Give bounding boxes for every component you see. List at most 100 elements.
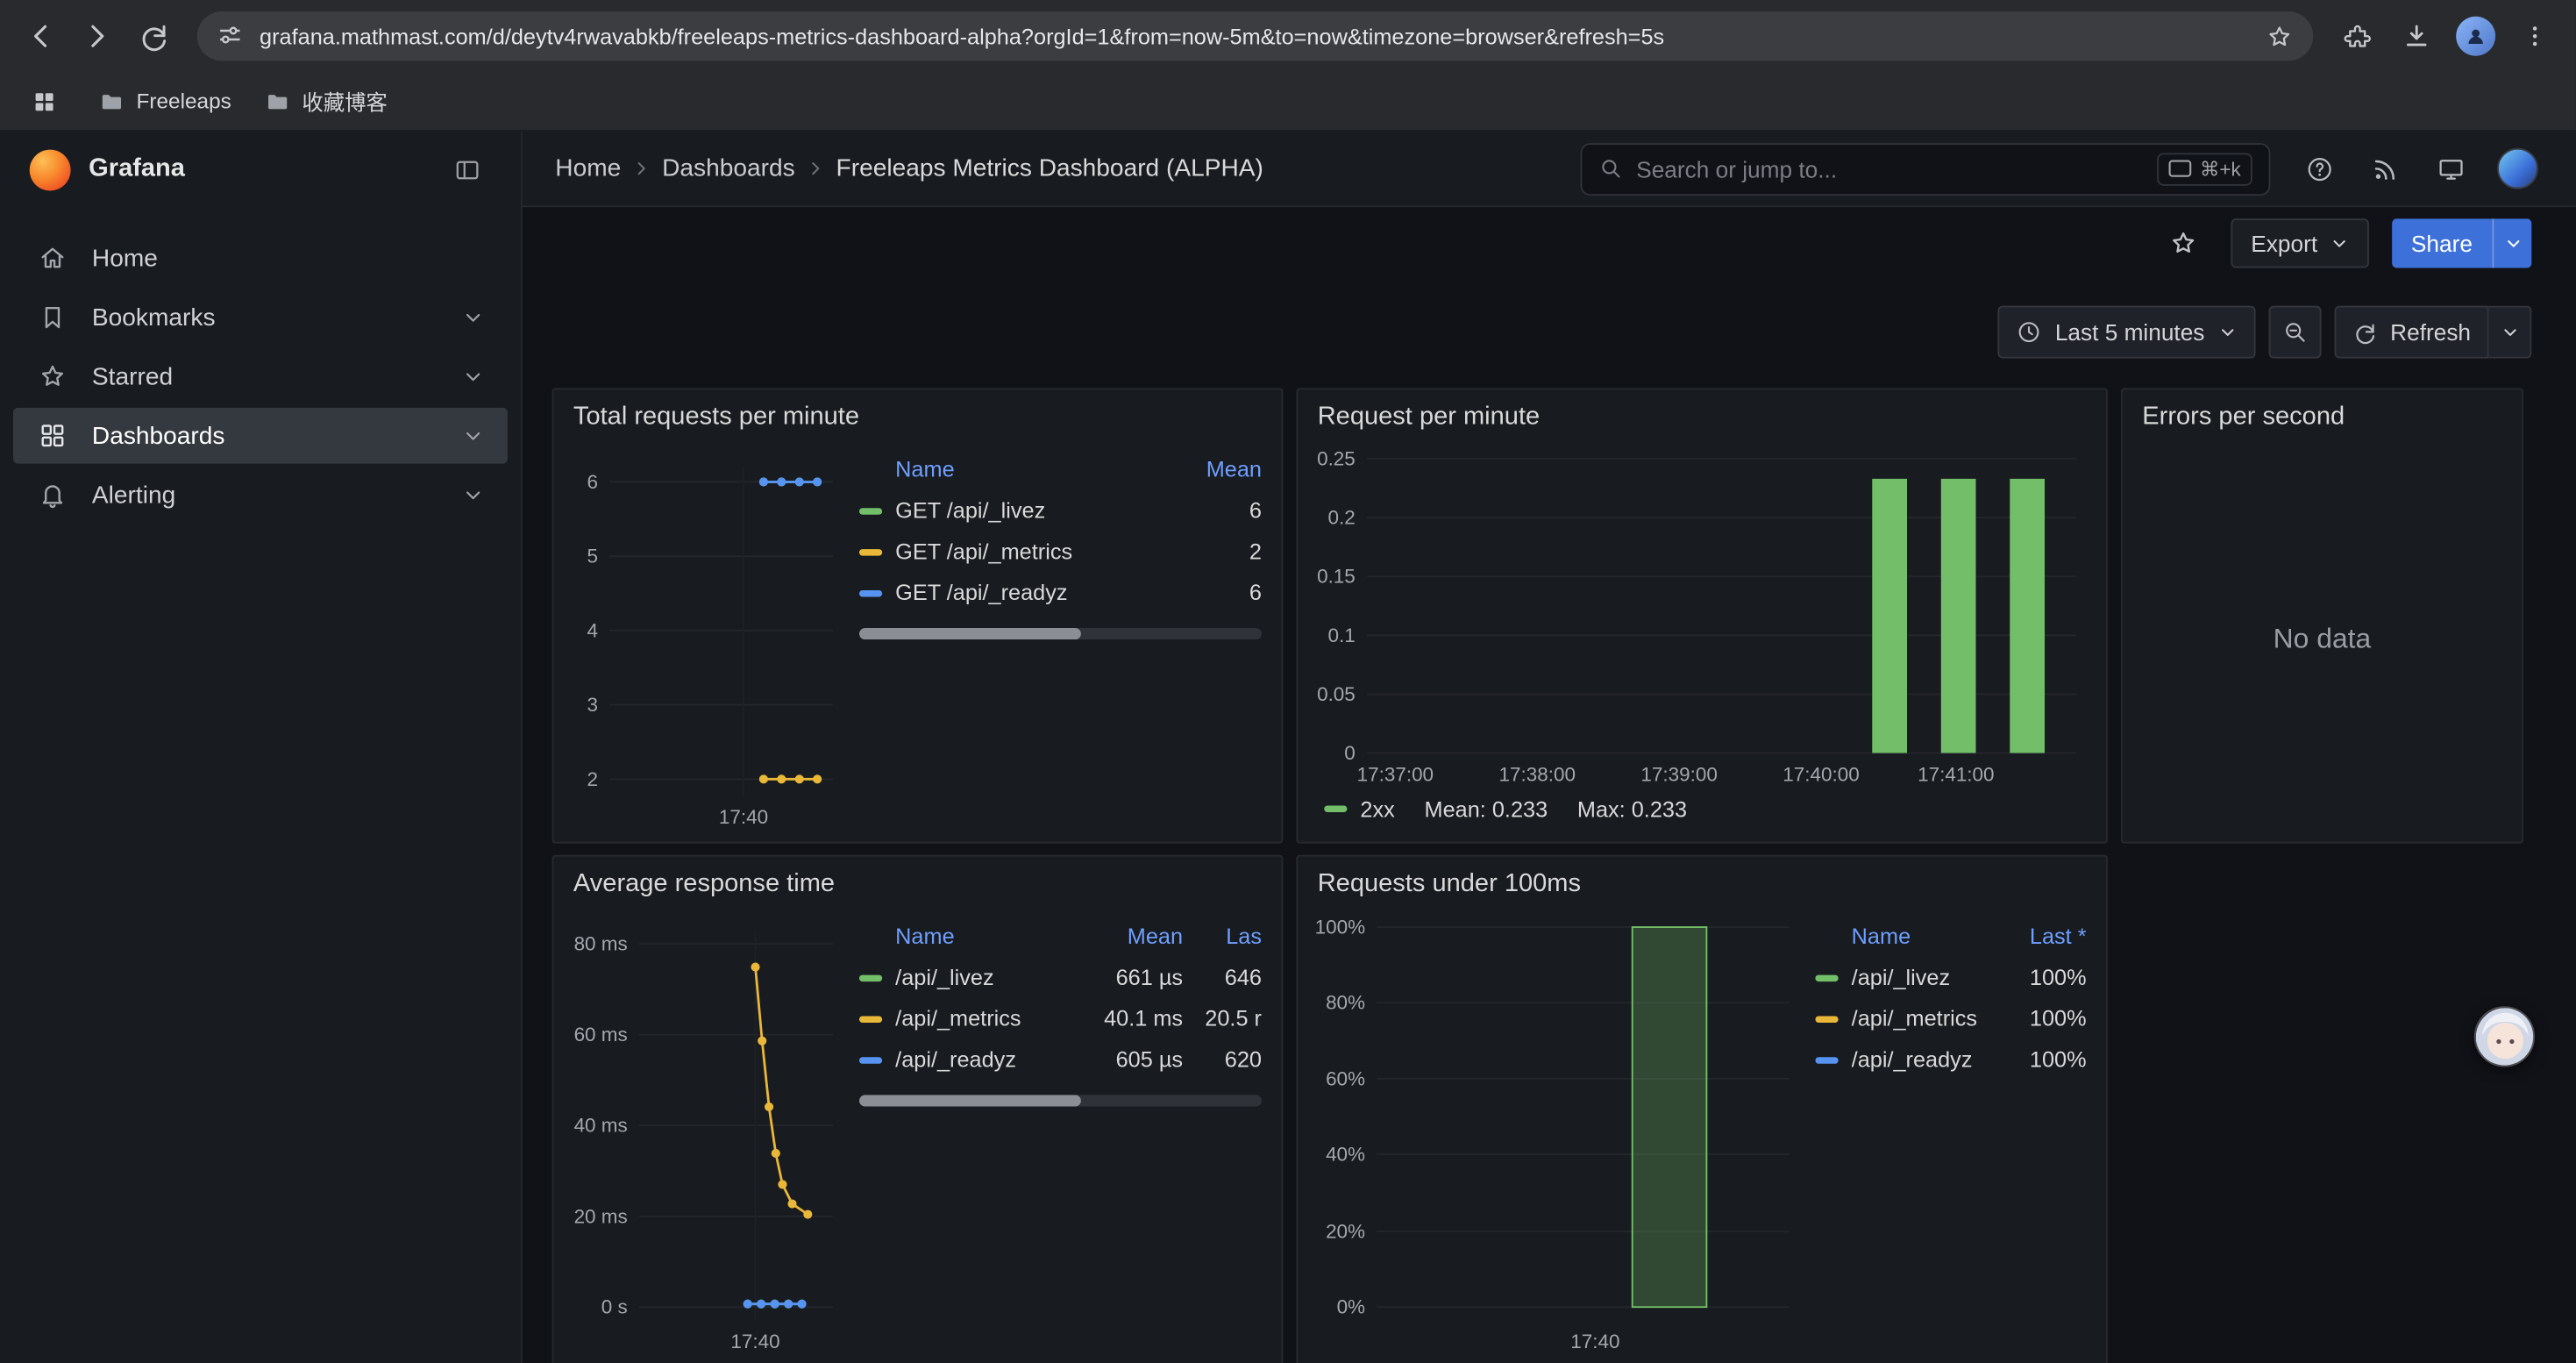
breadcrumb: Home Dashboards Freeleaps Metrics Dashbo… — [555, 154, 1263, 182]
series-color-dash[interactable] — [859, 507, 882, 513]
bookmark-folder-freeleaps[interactable]: Freeleaps — [85, 82, 244, 121]
legend-header-name[interactable]: Name — [859, 924, 1087, 948]
user-avatar[interactable] — [2491, 142, 2544, 195]
bar-chart[interactable]: 100%80%60%40%20%0%17:40 — [1311, 912, 1805, 1356]
series-color-dash[interactable] — [1815, 1016, 1838, 1022]
svg-text:6: 6 — [587, 471, 598, 493]
screen: grafana.mathmast.com/d/deytv4rwavabkb/fr… — [0, 0, 2576, 1363]
scrollbar-thumb[interactable] — [859, 628, 1080, 639]
svg-text:4: 4 — [587, 619, 598, 641]
help-icon[interactable] — [2294, 142, 2346, 195]
sidebar-item-starred[interactable]: Starred — [13, 348, 508, 404]
series-name[interactable]: GET /api/_livez — [895, 498, 1166, 523]
chevron-down-icon[interactable] — [462, 425, 485, 447]
legend-header-name[interactable]: Name — [1815, 924, 2007, 948]
sidebar-item-alerting[interactable]: Alerting — [13, 467, 508, 523]
series-color-dash[interactable] — [859, 1016, 882, 1022]
svg-text:17:40: 17:40 — [730, 1331, 779, 1352]
series-name[interactable]: /api/_livez — [1852, 965, 2008, 989]
series-name[interactable]: /api/_readyz — [895, 1047, 1087, 1072]
panel-header[interactable]: Errors per second — [2123, 389, 2522, 446]
legend-row: /api/_readyz 100% — [1815, 1039, 2086, 1081]
downloads-icon[interactable] — [2388, 8, 2444, 64]
series-color-dash[interactable] — [1815, 974, 1838, 981]
series-color-dash[interactable] — [1815, 1056, 1838, 1062]
address-bar[interactable]: grafana.mathmast.com/d/deytv4rwavabkb/fr… — [197, 11, 2313, 61]
search-input[interactable]: Search or jump to... ⌘+k — [1580, 142, 2270, 195]
share-menu-caret[interactable] — [2492, 218, 2531, 268]
sidebar: Grafana Home Bookmarks — [0, 132, 523, 1363]
dock-menu-icon[interactable] — [442, 145, 491, 194]
back-button[interactable] — [13, 8, 69, 64]
chevron-down-icon[interactable] — [462, 365, 485, 388]
export-button[interactable]: Export — [2231, 218, 2368, 268]
site-settings-icon[interactable] — [217, 23, 243, 49]
bookmark-star-icon[interactable] — [2266, 22, 2294, 50]
bookmark-folder-blogs[interactable]: 收藏博客 — [251, 79, 401, 124]
apps-grid-icon[interactable] — [19, 76, 68, 125]
panel-header[interactable]: Request per minute — [1298, 389, 2106, 446]
breadcrumb-dashboards[interactable]: Dashboards — [662, 154, 795, 182]
legend-header-mean[interactable]: Mean — [1166, 457, 1262, 482]
timeseries-chart[interactable]: 80 ms60 ms40 ms20 ms0 s17:40 — [566, 912, 849, 1356]
legend-scrollbar[interactable] — [859, 628, 1262, 639]
profile-avatar[interactable] — [2448, 8, 2504, 64]
panel-header[interactable]: Requests under 100ms — [1298, 857, 2106, 913]
panel-header[interactable]: Total requests per minute — [553, 389, 1281, 446]
legend-header-name[interactable]: Name — [859, 457, 1166, 482]
series-color-dash[interactable] — [859, 589, 882, 596]
sidebar-item-home[interactable]: Home — [13, 230, 508, 286]
chevron-down-icon — [2503, 233, 2523, 253]
legend-header-last[interactable]: Last * — [2008, 924, 2087, 948]
chevron-down-icon[interactable] — [462, 483, 485, 506]
legend-row: /api/_livez 100% — [1815, 957, 2086, 998]
legend-header-last[interactable]: Las — [1183, 924, 1262, 948]
favorite-star-icon[interactable] — [2159, 218, 2208, 268]
grafana-logo[interactable] — [30, 149, 71, 190]
series-name[interactable]: /api/_metrics — [1852, 1006, 2008, 1031]
monitor-icon[interactable] — [2425, 142, 2478, 195]
series-color-dash[interactable] — [859, 974, 882, 981]
series-color-dash[interactable] — [859, 1056, 882, 1062]
news-rss-icon[interactable] — [2359, 142, 2412, 195]
chevron-down-icon[interactable] — [462, 306, 485, 329]
sidebar-header: Grafana — [0, 132, 521, 207]
sidebar-item-dashboards[interactable]: Dashboards — [13, 408, 508, 464]
svg-text:20 ms: 20 ms — [574, 1205, 628, 1227]
panel-header[interactable]: Average response time — [553, 857, 1281, 913]
series-mean: 605 µs — [1087, 1047, 1183, 1072]
dashboards-grid-icon — [36, 421, 68, 451]
series-name[interactable]: GET /api/_readyz — [895, 581, 1166, 605]
legend-scrollbar[interactable] — [859, 1095, 1262, 1106]
assistant-avatar[interactable] — [2474, 1006, 2535, 1067]
timeseries-chart[interactable]: 6543217:40 — [566, 446, 849, 832]
svg-text:80 ms: 80 ms — [574, 933, 628, 955]
forward-button[interactable] — [69, 8, 125, 64]
sidebar-item-bookmarks[interactable]: Bookmarks — [13, 289, 508, 346]
breadcrumb-home[interactable]: Home — [555, 154, 621, 182]
extensions-icon[interactable] — [2330, 8, 2386, 64]
time-range-picker[interactable]: Last 5 minutes — [1997, 306, 2255, 359]
series-mean: 6 — [1166, 581, 1262, 605]
series-color-dash[interactable] — [859, 548, 882, 554]
series-name[interactable]: /api/_livez — [895, 965, 1087, 989]
reload-button[interactable] — [125, 8, 181, 64]
browser-menu-icon[interactable] — [2507, 8, 2563, 64]
svg-text:0%: 0% — [1337, 1296, 1365, 1318]
series-name[interactable]: GET /api/_metrics — [895, 539, 1166, 564]
bell-icon — [36, 480, 68, 510]
refresh-interval-caret[interactable] — [2489, 306, 2532, 359]
series-name[interactable]: /api/_metrics — [895, 1006, 1087, 1031]
share-button[interactable]: Share — [2391, 218, 2492, 268]
url-text[interactable]: grafana.mathmast.com/d/deytv4rwavabkb/fr… — [260, 24, 2252, 48]
legend-header-mean[interactable]: Mean — [1087, 924, 1183, 948]
bar-chart[interactable]: 0.250.20.150.10.05017:37:0017:38:0017:39… — [1311, 446, 2093, 789]
refresh-button[interactable]: Refresh — [2334, 306, 2488, 359]
series-name[interactable]: /api/_readyz — [1852, 1047, 2008, 1072]
scrollbar-thumb[interactable] — [859, 1095, 1080, 1106]
series-last: 100% — [2008, 1006, 2087, 1031]
legend-item[interactable]: 2xx — [1324, 796, 1395, 821]
chevron-right-icon — [631, 158, 652, 179]
brand-name: Grafana — [89, 154, 185, 184]
zoom-out-button[interactable] — [2269, 306, 2322, 359]
